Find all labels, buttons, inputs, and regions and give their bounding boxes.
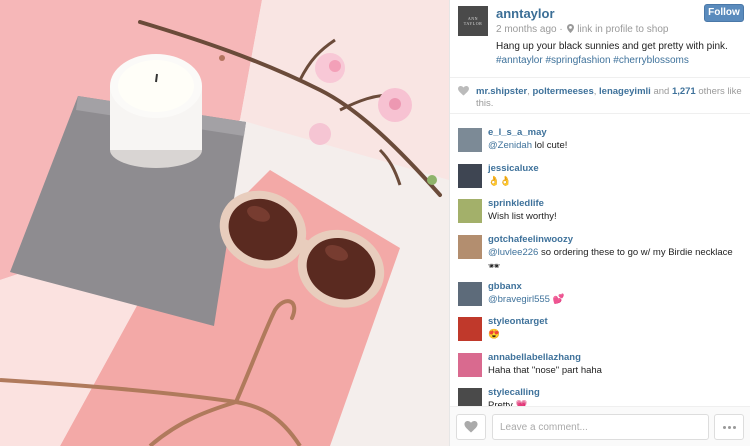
comment-body: 😍 [488, 329, 500, 340]
comment-text: 👌👌 [488, 175, 742, 189]
commenter-username[interactable]: styleontarget [488, 316, 742, 328]
comment-item: e_l_s_a_may @Zenidah lol cute! [450, 122, 750, 158]
commenter-username[interactable]: jessicaluxe [488, 163, 742, 175]
commenter-avatar[interactable] [458, 388, 482, 406]
commenter-username[interactable]: annabellabellazhang [488, 352, 742, 364]
post-photo[interactable] [0, 0, 449, 446]
post-header: ANN TAYLOR anntaylor 2 months ago · link… [450, 0, 750, 78]
comment-body: lol cute! [531, 140, 568, 151]
comment-text: Wish list worthy! [488, 210, 742, 224]
likes-and: and [653, 86, 670, 97]
commenter-username[interactable]: gotchafeelinwoozy [488, 234, 742, 246]
commenter-avatar[interactable] [458, 281, 482, 306]
comment-item: jessicaluxe 👌👌 [450, 158, 750, 194]
comment-body: 💕 [549, 293, 565, 305]
post-hashtags[interactable]: #anntaylor #springfashion #cherryblossom… [496, 54, 742, 68]
comment-item: stylecalling Pretty 💗 [450, 382, 750, 406]
post-subline: 2 months ago · link in profile to shop [496, 23, 742, 37]
author-avatar[interactable]: ANN TAYLOR [458, 6, 488, 36]
comment-text: Haha that "nose" part haha [488, 364, 742, 378]
commenter-avatar[interactable] [458, 234, 482, 259]
liker-2[interactable]: poltermeeses [533, 86, 594, 97]
comment-text: Pretty 💗 [488, 399, 742, 406]
comment-mention[interactable]: @Zenidah [488, 140, 532, 151]
post-location[interactable]: link in profile to shop [577, 24, 668, 35]
likes-summary: mr.shipster, poltermeeses, lenageyimli a… [450, 78, 750, 114]
comment-body: Wish list worthy! [488, 211, 557, 222]
heart-icon [458, 86, 469, 96]
commenter-avatar[interactable] [458, 317, 482, 341]
commenter-username[interactable]: sprinkledlife [488, 198, 742, 210]
comment-body: Haha that "nose" part haha [488, 364, 602, 376]
more-dot-icon [732, 425, 736, 429]
comment-text: @luvlee226 so ordering these to go w/ my… [488, 246, 742, 274]
commenter-username[interactable]: stylecalling [488, 387, 742, 399]
commenter-avatar[interactable] [458, 128, 482, 152]
comment-footer [450, 406, 750, 446]
comment-text: @Zenidah lol cute! [488, 139, 742, 153]
commenter-avatar[interactable] [458, 352, 482, 377]
liker-1[interactable]: mr.shipster [476, 86, 527, 97]
like-button[interactable] [456, 414, 486, 440]
post-side-panel: ANN TAYLOR anntaylor 2 months ago · link… [449, 0, 750, 446]
brand-logo-text: ANN TAYLOR [463, 16, 483, 26]
comment-item: annabellabellazhang Haha that "nose" part… [450, 347, 750, 383]
commenter-username[interactable]: e_l_s_a_may [488, 127, 742, 139]
comment-mention[interactable]: @bravegirl555 [488, 294, 550, 305]
post-modal: ANN TAYLOR anntaylor 2 months ago · link… [0, 0, 750, 446]
location-pin-icon [566, 24, 574, 33]
more-options-button[interactable] [714, 414, 744, 440]
comment-input[interactable] [492, 414, 709, 440]
separator-dot: · [559, 24, 566, 35]
comment-item: gotchafeelinwoozy @luvlee226 so ordering … [450, 229, 750, 276]
post-time[interactable]: 2 months ago [496, 24, 557, 35]
comment-mention[interactable]: @luvlee226 [488, 247, 538, 258]
more-dot-icon [722, 425, 726, 429]
more-dot-icon [727, 425, 731, 429]
comment-item: styleontarget 😍 [450, 311, 750, 347]
comments-list[interactable]: e_l_s_a_may @Zenidah lol cute! jessicaluxe… [450, 122, 750, 406]
follow-button[interactable]: Follow [704, 4, 744, 22]
liker-3[interactable]: lenageyimli [599, 86, 651, 97]
likes-count[interactable]: 1,271 [672, 86, 696, 97]
comment-text: @bravegirl555 💕 [488, 293, 742, 307]
comment-text: 😍 [488, 328, 742, 342]
commenter-avatar[interactable] [458, 163, 482, 188]
commenter-avatar[interactable] [458, 199, 482, 223]
comment-body: 👌👌 [488, 175, 512, 187]
post-caption: Hang up your black sunnies and get prett… [496, 41, 728, 52]
commenter-username[interactable]: gbbanx [488, 281, 742, 293]
comment-item: gbbanx @bravegirl555 💕 [450, 276, 750, 312]
heart-icon [464, 421, 478, 433]
comment-item: sprinkledlife Wish list worthy! [450, 193, 750, 229]
photo-illustration [0, 0, 449, 446]
